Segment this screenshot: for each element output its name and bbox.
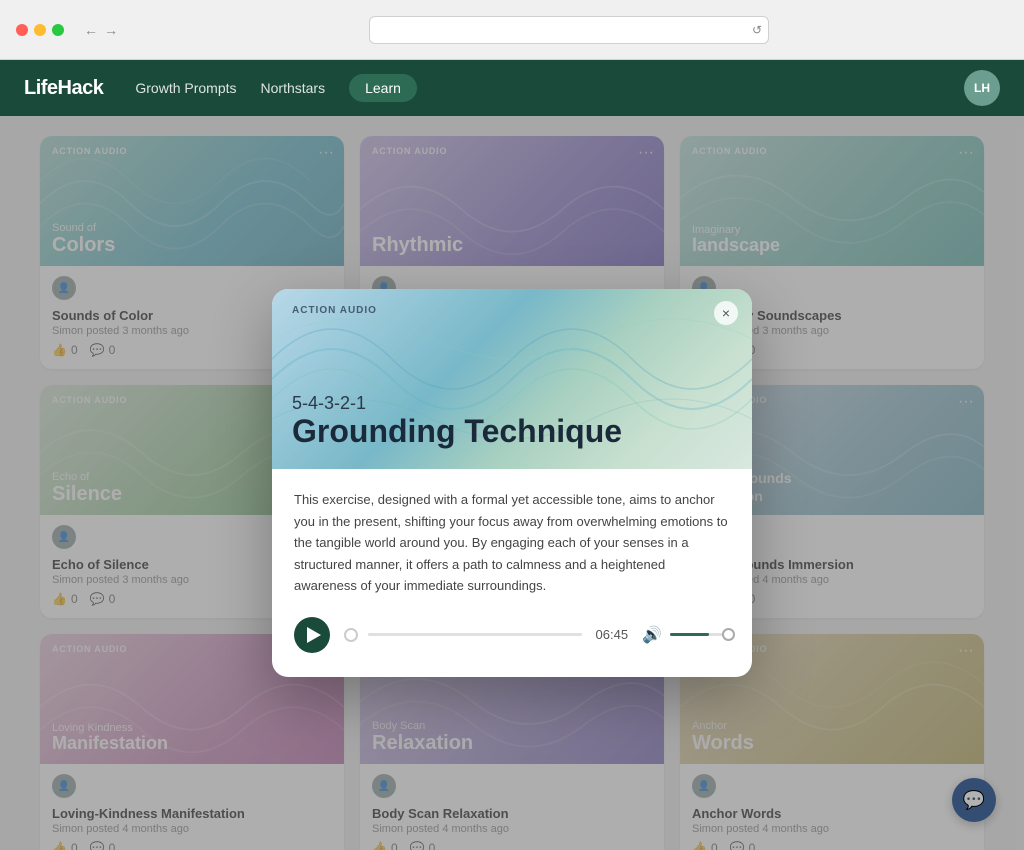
app-header: LifeHack Growth Prompts Northstars Learn… [0,60,1024,116]
volume-icon: 🔊 [642,625,662,645]
nav-arrows: ← → [84,22,118,38]
modal-backdrop: ACTION AUDIO × 5-4-3-2-1 Grounding Techn… [0,116,1024,850]
main-content: ACTION AUDIO ··· Sound of Colors 👤 Sound… [0,116,1024,850]
volume-container: 🔊 [642,625,730,645]
modal-header-image: ACTION AUDIO × 5-4-3-2-1 Grounding Techn… [272,289,752,469]
traffic-lights [16,24,64,36]
modal-title-area: 5-4-3-2-1 Grounding Technique [292,393,622,449]
modal-body: This exercise, designed with a formal ye… [272,469,752,676]
volume-fill [670,633,709,636]
volume-knob[interactable] [722,628,735,641]
nav-northstars[interactable]: Northstars [261,80,326,96]
reload-button[interactable]: ↺ [752,23,762,37]
browser-chrome: ← → ↺ [0,0,1024,60]
minimize-button[interactable] [34,24,46,36]
modal-description: This exercise, designed with a formal ye… [294,489,730,596]
modal-subtitle: 5-4-3-2-1 [292,393,622,414]
nav-growth-prompts[interactable]: Growth Prompts [135,80,236,96]
time-display: 06:45 [596,627,629,642]
play-icon [307,627,321,643]
progress-knob[interactable] [344,628,358,642]
back-button[interactable]: ← [84,22,98,38]
main-nav: Growth Prompts Northstars Learn [135,74,932,102]
progress-container [344,628,582,642]
audio-modal: ACTION AUDIO × 5-4-3-2-1 Grounding Techn… [272,289,752,676]
volume-track[interactable] [670,633,730,636]
maximize-button[interactable] [52,24,64,36]
play-button[interactable] [294,617,330,653]
address-bar[interactable]: ↺ [369,16,769,44]
modal-label: ACTION AUDIO [292,305,377,316]
progress-track[interactable] [368,633,582,636]
close-button[interactable] [16,24,28,36]
modal-title: Grounding Technique [292,414,622,449]
user-avatar[interactable]: LH [964,70,1000,106]
app-logo: LifeHack [24,77,103,100]
forward-button[interactable]: → [104,22,118,38]
audio-player: 06:45 🔊 [294,617,730,653]
nav-learn[interactable]: Learn [349,74,417,102]
